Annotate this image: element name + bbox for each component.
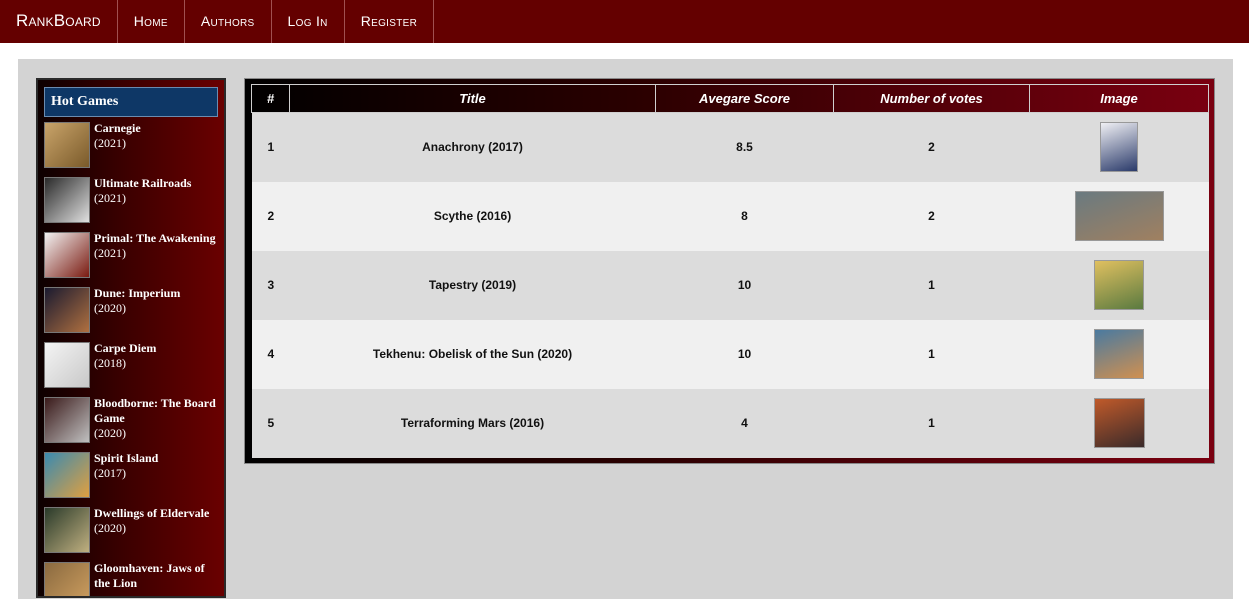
- game-thumbnail[interactable]: [44, 122, 90, 168]
- sidebar-game-item[interactable]: Carpe Diem (2018): [38, 341, 224, 396]
- game-cover-image[interactable]: [1093, 398, 1145, 448]
- sidebar-game-text: Spirit Island (2017): [94, 451, 222, 481]
- rank-cell: 4: [251, 319, 290, 389]
- table-row: 1 Anachrony (2017) 8.5 2: [251, 112, 1209, 182]
- score-cell: 4: [655, 388, 834, 458]
- sidebar-game-name[interactable]: Dune: Imperium: [94, 286, 222, 301]
- table-row: 4 Tekhenu: Obelisk of the Sun (2020) 10 1: [251, 319, 1209, 389]
- image-cell: [1029, 388, 1209, 458]
- sidebar-game-name[interactable]: Primal: The Awakening: [94, 231, 222, 246]
- hot-games-list: Carnegie (2021) Ultimate Railroads (2021) Pr…: [38, 121, 224, 596]
- sidebar-game-text: Bloodborne: The Board Game (2020): [94, 396, 222, 441]
- ranking-panel: # Title Avegare Score Number of votes Im…: [244, 78, 1215, 464]
- table-header-row: # Title Avegare Score Number of votes Im…: [251, 84, 1209, 113]
- col-title-header: Title: [289, 84, 656, 113]
- votes-cell: 2: [833, 112, 1030, 182]
- image-cell: [1029, 112, 1209, 182]
- sidebar-game-text: Dune: Imperium (2020): [94, 286, 222, 316]
- image-cell: [1029, 319, 1209, 389]
- sidebar-title: Hot Games: [44, 87, 218, 117]
- sidebar-game-name[interactable]: Spirit Island: [94, 451, 222, 466]
- image-cell: [1029, 250, 1209, 320]
- sidebar-game-item[interactable]: Carnegie (2021): [38, 121, 224, 176]
- sidebar-game-year: (2021): [94, 246, 126, 260]
- sidebar-game-text: Ultimate Railroads (2021): [94, 176, 222, 206]
- score-cell: 8.5: [655, 112, 834, 182]
- sidebar-game-item[interactable]: Bloodborne: The Board Game (2020): [38, 396, 224, 451]
- votes-cell: 1: [833, 250, 1030, 320]
- sidebar-game-name[interactable]: Bloodborne: The Board Game: [94, 396, 222, 426]
- game-thumbnail[interactable]: [44, 232, 90, 278]
- game-thumbnail[interactable]: [44, 452, 90, 498]
- col-image-header: Image: [1029, 84, 1209, 113]
- sidebar-game-name[interactable]: Carnegie: [94, 121, 222, 136]
- sidebar-game-name[interactable]: Carpe Diem: [94, 341, 222, 356]
- score-cell: 10: [655, 250, 834, 320]
- nav-home-link[interactable]: Home: [118, 0, 185, 43]
- sidebar-game-item[interactable]: Dwellings of Eldervale (2020): [38, 506, 224, 561]
- game-thumbnail[interactable]: [44, 342, 90, 388]
- votes-cell: 2: [833, 181, 1030, 251]
- ranking-table: # Title Avegare Score Number of votes Im…: [251, 84, 1209, 458]
- game-cover-image[interactable]: [1094, 260, 1144, 310]
- title-cell[interactable]: Scythe (2016): [289, 181, 656, 251]
- sidebar-game-year: (2020): [94, 301, 126, 315]
- sidebar-game-text: Primal: The Awakening (2021): [94, 231, 222, 261]
- sidebar-game-item[interactable]: Gloomhaven: Jaws of the Lion: [38, 561, 224, 596]
- brand-logo[interactable]: RankBoard: [0, 0, 118, 43]
- sidebar-game-item[interactable]: Dune: Imperium (2020): [38, 286, 224, 341]
- rank-cell: 2: [251, 181, 290, 251]
- hot-games-sidebar: Hot Games Carnegie (2021) Ultimate Railroa…: [36, 78, 226, 598]
- rank-cell: 5: [251, 388, 290, 458]
- nav-authors-link[interactable]: Authors: [185, 0, 272, 43]
- sidebar-game-year: (2021): [94, 191, 126, 205]
- sidebar-game-text: Dwellings of Eldervale (2020): [94, 506, 222, 536]
- image-cell: [1029, 181, 1209, 251]
- title-cell[interactable]: Anachrony (2017): [289, 112, 656, 182]
- game-thumbnail[interactable]: [44, 177, 90, 223]
- sidebar-game-item[interactable]: Spirit Island (2017): [38, 451, 224, 506]
- game-thumbnail[interactable]: [44, 287, 90, 333]
- votes-cell: 1: [833, 319, 1030, 389]
- sidebar-game-year: (2018): [94, 356, 126, 370]
- col-score-header: Avegare Score: [655, 84, 834, 113]
- rank-cell: 3: [251, 250, 290, 320]
- sidebar-game-name[interactable]: Ultimate Railroads: [94, 176, 222, 191]
- game-cover-image[interactable]: [1094, 329, 1144, 379]
- sidebar-game-text: Carpe Diem (2018): [94, 341, 222, 371]
- table-row: 2 Scythe (2016) 8 2: [251, 181, 1209, 251]
- score-cell: 10: [655, 319, 834, 389]
- game-cover-image[interactable]: [1074, 191, 1164, 241]
- sidebar-game-year: (2021): [94, 136, 126, 150]
- title-cell[interactable]: Tapestry (2019): [289, 250, 656, 320]
- sidebar-game-text: Carnegie (2021): [94, 121, 222, 151]
- votes-cell: 1: [833, 388, 1030, 458]
- sidebar-game-text: Gloomhaven: Jaws of the Lion: [94, 561, 222, 591]
- top-navbar: RankBoard Home Authors Log In Register: [0, 0, 1249, 43]
- table-row: 3 Tapestry (2019) 10 1: [251, 250, 1209, 320]
- sidebar-game-year: (2020): [94, 426, 126, 440]
- rank-cell: 1: [251, 112, 290, 182]
- nav-login-link[interactable]: Log In: [272, 0, 345, 43]
- sidebar-game-name[interactable]: Dwellings of Eldervale: [94, 506, 222, 521]
- score-cell: 8: [655, 181, 834, 251]
- title-cell[interactable]: Tekhenu: Obelisk of the Sun (2020): [289, 319, 656, 389]
- sidebar-game-year: (2020): [94, 521, 126, 535]
- game-thumbnail[interactable]: [44, 397, 90, 443]
- col-rank-header: #: [251, 84, 290, 113]
- sidebar-game-name[interactable]: Gloomhaven: Jaws of the Lion: [94, 561, 222, 591]
- title-cell[interactable]: Terraforming Mars (2016): [289, 388, 656, 458]
- sidebar-game-year: (2017): [94, 466, 126, 480]
- nav-register-link[interactable]: Register: [345, 0, 435, 43]
- sidebar-game-item[interactable]: Primal: The Awakening (2021): [38, 231, 224, 286]
- game-cover-image[interactable]: [1100, 122, 1138, 173]
- content-area: Hot Games Carnegie (2021) Ultimate Railroa…: [18, 59, 1233, 599]
- sidebar-game-item[interactable]: Ultimate Railroads (2021): [38, 176, 224, 231]
- game-thumbnail[interactable]: [44, 562, 90, 596]
- table-row: 5 Terraforming Mars (2016) 4 1: [251, 388, 1209, 458]
- col-votes-header: Number of votes: [833, 84, 1030, 113]
- game-thumbnail[interactable]: [44, 507, 90, 553]
